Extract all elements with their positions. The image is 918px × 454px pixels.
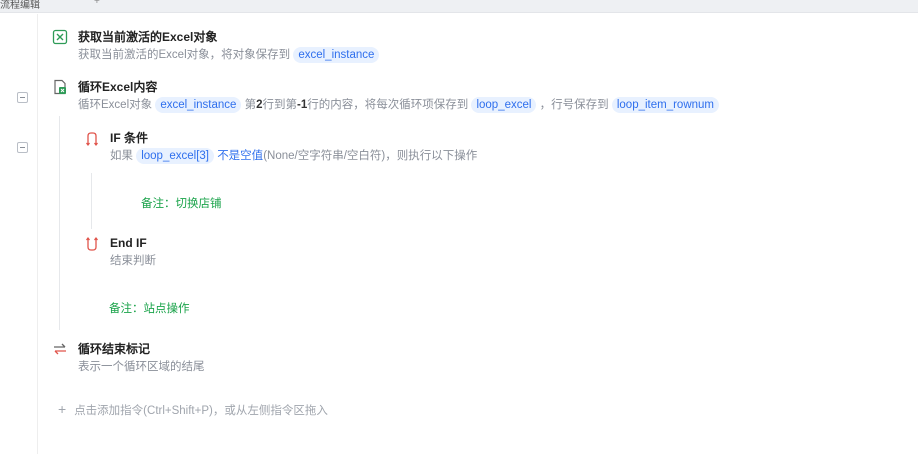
step-desc: 循环Excel对象 excel_instance 第2行到第-1行的内容，将每次… — [78, 97, 720, 113]
step-desc: 表示一个循环区域的结尾 — [78, 361, 205, 373]
variable-chip[interactable]: excel_instance — [155, 97, 242, 113]
collapse-icon[interactable] — [17, 142, 28, 153]
variable-chip[interactable]: excel_instance — [293, 47, 380, 63]
excel-activate-icon — [52, 29, 68, 45]
loop-end-icon — [54, 343, 66, 355]
step-desc: 结束判断 — [110, 255, 156, 267]
note-site-operation[interactable]: 备注：站点操作 — [109, 300, 190, 316]
step-title: End IF — [110, 236, 147, 250]
collapse-icon[interactable] — [17, 92, 28, 103]
plus-icon[interactable]: + — [58, 401, 66, 417]
note-switch-shop[interactable]: 备注：切换店铺 — [141, 195, 222, 211]
tab-flow-edit[interactable]: 流程编辑 — [0, 0, 40, 11]
if-branch-icon — [86, 132, 98, 146]
condition-keyword: 不是空值 — [217, 150, 264, 162]
step-title: IF 条件 — [110, 131, 148, 145]
add-tab-button[interactable]: + — [94, 0, 100, 7]
add-command-hint[interactable]: + 点击添加指令(Ctrl+Shift+P)，或从左侧指令区拖入 — [58, 401, 328, 418]
gutter-divider — [37, 14, 38, 454]
tab-bar: 流程编辑 + — [0, 0, 918, 13]
step-desc: 获取当前激活的Excel对象，将对象保存到 excel_instance — [78, 47, 380, 63]
variable-chip[interactable]: loop_item_rownum — [611, 97, 720, 113]
step-title: 循环Excel内容 — [78, 80, 158, 94]
variable-chip[interactable]: loop_excel[3] — [136, 148, 214, 164]
loop-body-guide — [59, 116, 60, 330]
step-title: 获取当前激活的Excel对象 — [78, 30, 218, 44]
variable-chip[interactable]: loop_excel — [471, 97, 537, 113]
step-title: 循环结束标记 — [78, 342, 151, 356]
end-if-icon — [86, 237, 98, 251]
step-desc: 如果 loop_excel[3] 不是空值(None/空字符串/空白符)，则执行… — [110, 148, 478, 164]
excel-loop-icon — [54, 79, 66, 95]
if-body-guide — [91, 173, 92, 229]
